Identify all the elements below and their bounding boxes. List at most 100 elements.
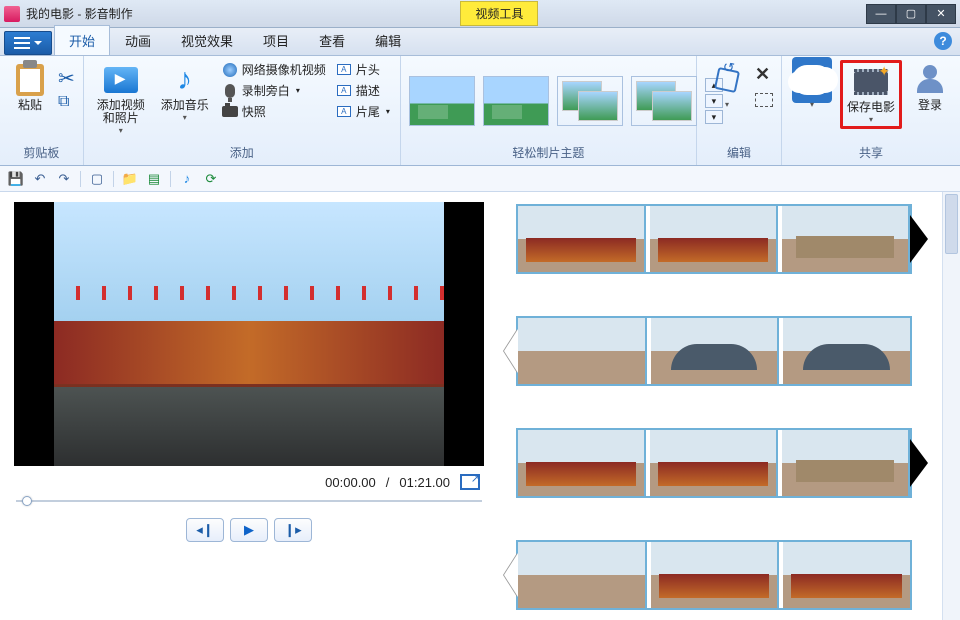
- caption-button[interactable]: A 描述: [334, 81, 392, 100]
- play-button[interactable]: ▶: [230, 518, 268, 542]
- add-video-photo-button[interactable]: 添加视频 和照片 ▾: [92, 60, 150, 138]
- storyboard-scrollbar[interactable]: [942, 192, 960, 620]
- clip-thumbnail[interactable]: [783, 318, 910, 384]
- qat-redo-icon[interactable]: ↷: [56, 171, 72, 187]
- group-label-themes: 轻松制片主题: [409, 142, 688, 165]
- theme-item[interactable]: [557, 76, 623, 126]
- group-share: ▾ ✦ 保存电影 ▾ 登录 共享: [782, 56, 960, 165]
- scrollbar-thumb[interactable]: [945, 194, 958, 254]
- group-clipboard: 粘贴 ✂ ⧉ 剪贴板: [0, 56, 84, 165]
- clip-thumbnail[interactable]: [518, 318, 647, 384]
- copy-icon[interactable]: ⧉: [58, 93, 75, 111]
- next-frame-button[interactable]: ❙▸: [274, 518, 312, 542]
- help-button[interactable]: ?: [934, 32, 952, 50]
- rotate-button[interactable]: ▾: [705, 60, 749, 112]
- fullscreen-button[interactable]: [460, 474, 480, 490]
- clip-thumbnail[interactable]: [782, 430, 910, 496]
- video-icon: [104, 67, 138, 93]
- clip-thumbnail[interactable]: [651, 542, 780, 608]
- theme-item[interactable]: [483, 76, 549, 126]
- tab-project[interactable]: 项目: [248, 25, 304, 55]
- record-narration-button[interactable]: 录制旁白 ▾: [220, 81, 328, 100]
- chevron-down-icon: ▾: [296, 86, 300, 95]
- close-button[interactable]: ✕: [926, 4, 956, 24]
- clip-row[interactable]: [516, 428, 912, 498]
- title-end-button[interactable]: A 片尾 ▾: [334, 102, 392, 121]
- webcam-icon: [223, 63, 237, 77]
- qat-undo-icon[interactable]: ↶: [32, 171, 48, 187]
- paste-button[interactable]: 粘贴: [8, 60, 52, 115]
- cut-icon[interactable]: ✂: [58, 66, 75, 91]
- seek-slider[interactable]: [16, 496, 482, 506]
- transition-out-icon: [910, 215, 928, 263]
- tab-edit[interactable]: 编辑: [360, 25, 416, 55]
- qat-music-icon[interactable]: ♪: [179, 171, 195, 187]
- sign-in-button[interactable]: 登录: [908, 60, 952, 115]
- clip-thumbnail[interactable]: [650, 430, 778, 496]
- onedrive-button[interactable]: ▾: [790, 60, 834, 112]
- clip-thumbnail[interactable]: [650, 206, 778, 272]
- group-add: 添加视频 和照片 ▾ ♪ 添加音乐 ▾ 网络摄像机视频 录制旁白 ▾: [84, 56, 401, 165]
- window-title: 我的电影 - 影音制作: [26, 5, 133, 22]
- select-all-icon: [755, 93, 773, 107]
- webcam-label: 网络摄像机视频: [242, 61, 326, 78]
- clip-thumbnail[interactable]: [783, 542, 910, 608]
- add-video-label: 添加视频 和照片: [97, 99, 145, 125]
- group-label-edit: 编辑: [705, 142, 773, 165]
- qat-save-icon[interactable]: 💾: [8, 171, 24, 187]
- time-current: 00:00.00: [325, 475, 376, 490]
- webcam-video-button[interactable]: 网络摄像机视频: [220, 60, 328, 79]
- clip-row[interactable]: [516, 540, 912, 610]
- preview-pane: 00:00.00/01:21.00 ◂❙ ▶ ❙▸: [0, 192, 498, 620]
- theme-item[interactable]: [409, 76, 475, 126]
- time-total: 01:21.00: [399, 475, 450, 490]
- video-preview[interactable]: [14, 202, 484, 466]
- storyboard-pane: [498, 192, 960, 620]
- select-all-button[interactable]: [755, 93, 773, 110]
- qat-new-icon[interactable]: ▢: [89, 171, 105, 187]
- contextual-tab-video-tools[interactable]: 视频工具: [460, 1, 538, 26]
- clip-thumbnail[interactable]: [782, 206, 910, 272]
- title-bar: 我的电影 - 影音制作 视频工具 — ▢ ✕: [0, 0, 960, 28]
- title-end-label: 片尾: [356, 103, 380, 120]
- title-start-button[interactable]: A 片头: [334, 60, 392, 79]
- rotate-icon: [714, 67, 740, 93]
- transition-in-icon: [504, 329, 518, 373]
- tab-animation[interactable]: 动画: [110, 25, 166, 55]
- group-edit: ▾ ✕ 编辑: [697, 56, 782, 165]
- clip-row[interactable]: [516, 204, 912, 274]
- chevron-down-icon: ▾: [869, 115, 873, 124]
- prev-frame-button[interactable]: ◂❙: [186, 518, 224, 542]
- delete-button[interactable]: ✕: [755, 64, 773, 85]
- clipboard-icon: [16, 64, 44, 96]
- qat-open-icon[interactable]: 📁: [122, 171, 138, 187]
- film-reel-icon: ✦: [854, 65, 888, 99]
- snapshot-button[interactable]: 快照: [220, 102, 328, 121]
- hamburger-icon: [14, 42, 30, 44]
- qat-properties-icon[interactable]: ▤: [146, 171, 162, 187]
- clip-row[interactable]: [516, 316, 912, 386]
- preview-frame: [54, 202, 444, 466]
- save-movie-button[interactable]: ✦ 保存电影 ▾: [840, 60, 902, 129]
- file-menu-button[interactable]: [4, 31, 52, 55]
- transition-in-icon: [504, 553, 518, 597]
- tab-view[interactable]: 查看: [304, 25, 360, 55]
- minimize-button[interactable]: —: [866, 4, 896, 24]
- person-icon: [915, 65, 945, 95]
- clip-thumbnail[interactable]: [518, 542, 647, 608]
- tab-visual-fx[interactable]: 视觉效果: [166, 25, 248, 55]
- qat-refresh-icon[interactable]: ⟳: [203, 171, 219, 187]
- clip-thumbnail[interactable]: [518, 206, 646, 272]
- maximize-button[interactable]: ▢: [896, 4, 926, 24]
- group-label-clipboard: 剪贴板: [8, 142, 75, 165]
- save-movie-label: 保存电影: [847, 101, 895, 114]
- clip-thumbnail[interactable]: [518, 430, 646, 496]
- microphone-icon: [225, 84, 235, 98]
- clip-thumbnail[interactable]: [651, 318, 780, 384]
- theme-item[interactable]: [631, 76, 697, 126]
- tab-home[interactable]: 开始: [54, 25, 110, 55]
- seek-thumb[interactable]: [22, 496, 32, 506]
- add-music-button[interactable]: ♪ 添加音乐 ▾: [156, 60, 214, 125]
- cloud-icon: [792, 57, 832, 103]
- title-card-icon: A: [337, 64, 351, 75]
